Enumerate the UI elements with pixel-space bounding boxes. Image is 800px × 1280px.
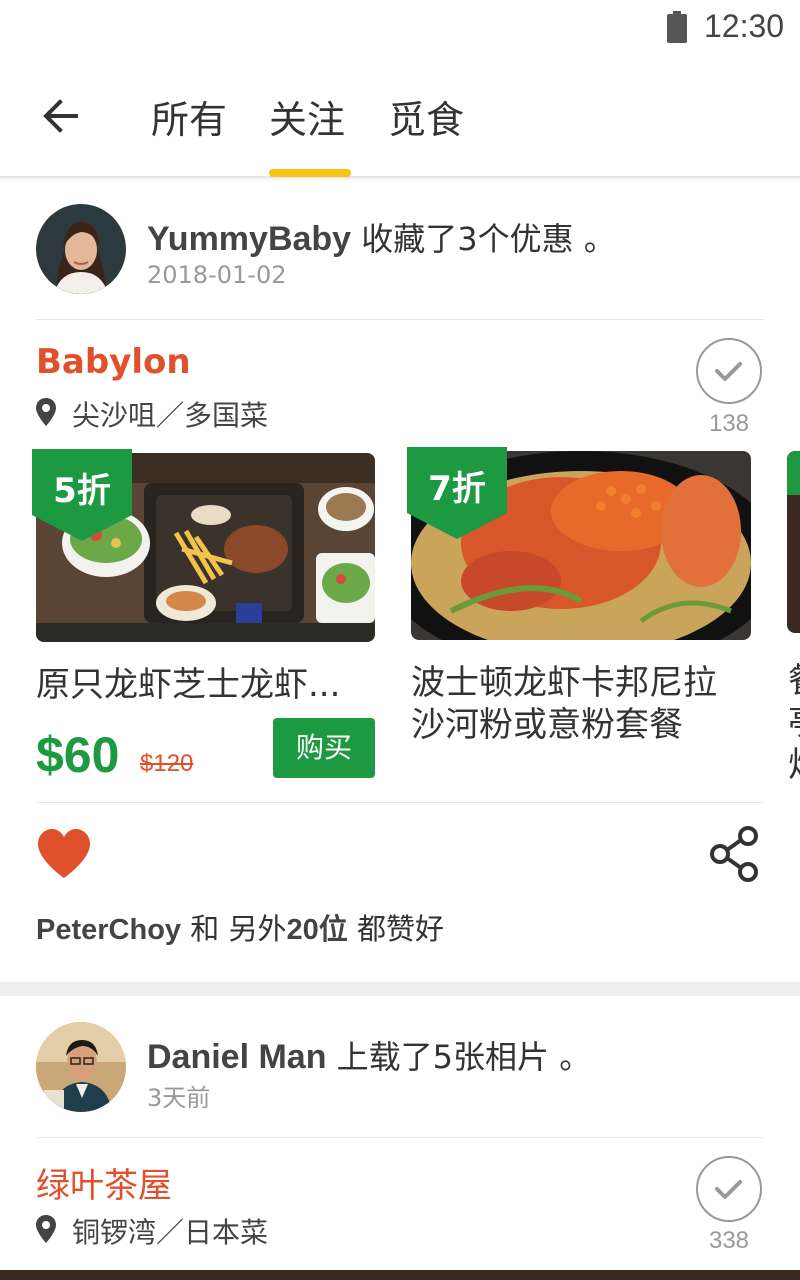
deal-name-line: 亭 xyxy=(788,702,800,744)
deal-name-line: 炽 xyxy=(788,744,800,786)
likes-suffix: 都赞好 xyxy=(347,912,444,946)
share-icon[interactable] xyxy=(710,826,760,882)
deal-name[interactable]: 餐 亭 炽 xyxy=(788,660,800,786)
checkin-count: 138 xyxy=(708,410,750,437)
active-tab-indicator xyxy=(269,169,351,177)
map-pin-icon xyxy=(36,1215,56,1243)
tab-all[interactable]: 所有 xyxy=(151,89,227,144)
post-action: 收藏了3个优惠 。 xyxy=(361,220,616,258)
deal-image[interactable] xyxy=(787,451,800,633)
avatar[interactable] xyxy=(36,204,126,294)
deal-price: $60 xyxy=(36,727,120,783)
post-headline: Daniel Man 上载了5张相片 。 xyxy=(147,1032,591,1078)
check-icon xyxy=(715,362,742,381)
back-arrow-icon xyxy=(43,99,78,133)
post-timestamp: 2018-01-02 xyxy=(147,261,287,289)
check-icon xyxy=(715,1180,742,1199)
deal-name-line: 波士顿龙虾卡邦尼拉 xyxy=(411,663,717,703)
likes-summary[interactable]: PeterChoy 和 另外20位 都赞好 xyxy=(36,906,444,948)
buy-button[interactable]: 购买 xyxy=(273,718,375,778)
likes-count: 20位 xyxy=(286,914,348,946)
post-headline: YummyBaby 收藏了3个优惠 。 xyxy=(147,214,616,260)
divider xyxy=(36,802,764,803)
divider xyxy=(36,319,764,320)
discount-label: 7折 xyxy=(428,469,486,509)
post-username[interactable]: Daniel Man xyxy=(147,1038,326,1076)
checkin-count: 338 xyxy=(708,1227,750,1254)
restaurant-location-cuisine: 铜锣湾／日本菜 xyxy=(72,1216,269,1249)
heart-icon[interactable] xyxy=(36,828,92,880)
deal-name-line: 餐 xyxy=(788,660,800,702)
likes-text: 和 另外 xyxy=(181,912,287,946)
status-bar: 12:30 xyxy=(0,0,800,56)
restaurant-location-cuisine: 尖沙咀／多国菜 xyxy=(72,399,269,432)
restaurant-name[interactable]: 绿叶茶屋 xyxy=(36,1158,172,1207)
top-app-bar: 所有 关注 觅食 xyxy=(0,56,800,178)
next-image-preview xyxy=(0,1270,800,1280)
post-timestamp: 3天前 xyxy=(147,1084,211,1112)
deal-name[interactable]: 波士顿龙虾卡邦尼拉 沙河粉或意粉套餐 xyxy=(411,662,751,746)
discount-label: 5折 xyxy=(53,471,111,511)
deal-original-price: $120 xyxy=(140,750,194,777)
battery-icon xyxy=(667,11,687,43)
status-time: 12:30 xyxy=(704,8,785,44)
tab-discover-food[interactable]: 觅食 xyxy=(388,89,464,144)
map-pin-icon xyxy=(36,398,56,426)
deal-name-line: 沙河粉或意粉套餐 xyxy=(411,705,683,745)
post-action: 上载了5张相片 。 xyxy=(336,1038,592,1076)
checkin-button[interactable] xyxy=(696,338,762,404)
post-username[interactable]: YummyBaby xyxy=(147,220,351,258)
tab-following[interactable]: 关注 xyxy=(269,89,345,144)
avatar[interactable] xyxy=(36,1022,126,1112)
divider xyxy=(36,1137,764,1138)
back-button[interactable] xyxy=(36,92,88,140)
section-separator xyxy=(0,982,800,996)
liker-name[interactable]: PeterChoy xyxy=(36,914,181,946)
checkin-button[interactable] xyxy=(696,1156,762,1222)
restaurant-name[interactable]: Babylon xyxy=(36,342,191,382)
deal-name[interactable]: 原只龙虾芝士龙虾... xyxy=(36,664,376,706)
